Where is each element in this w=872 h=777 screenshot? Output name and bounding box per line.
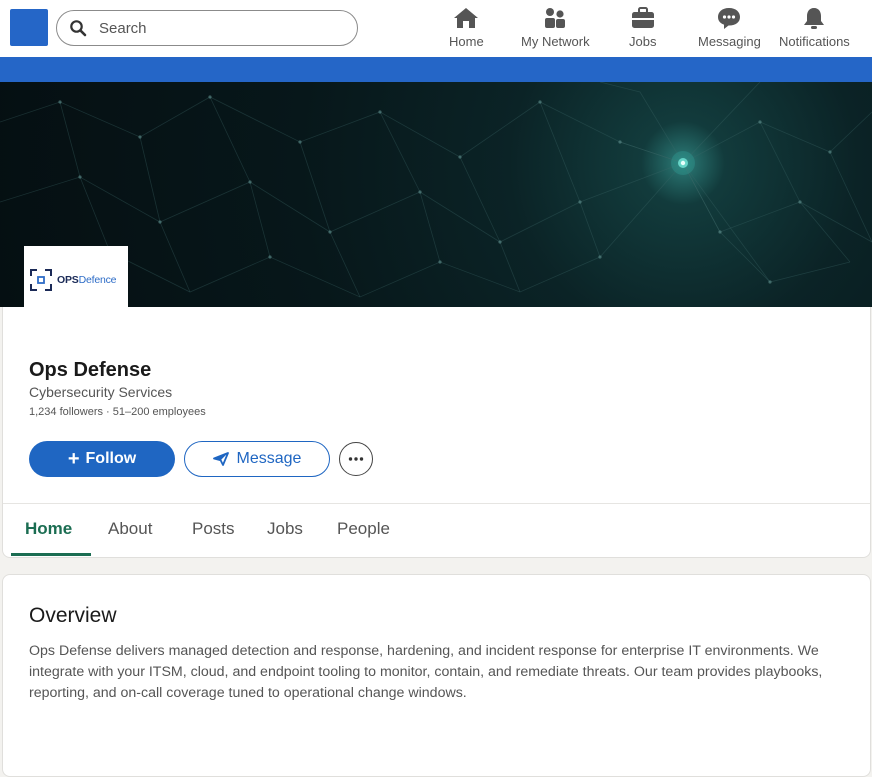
tab-people[interactable]: People [337, 519, 390, 539]
search-input[interactable] [99, 17, 339, 39]
search-box[interactable] [56, 10, 358, 46]
company-logo-text: OPSDefence [57, 274, 116, 286]
brand-logo[interactable] [10, 9, 48, 46]
nav-notifications[interactable]: Notifications [779, 6, 850, 52]
people-icon [545, 8, 566, 28]
company-profile-card: Ops Defense Cybersecurity Services 1,234… [2, 307, 871, 558]
more-options-button[interactable] [339, 442, 373, 476]
follow-button[interactable]: + Follow [29, 441, 175, 477]
tabs-divider [3, 503, 870, 504]
search-icon [70, 20, 87, 37]
active-tab-indicator [11, 553, 91, 556]
nav-jobs-label: Jobs [629, 34, 657, 49]
overview-card: Overview Ops Defense delivers managed de… [2, 574, 871, 777]
logo-text-primary: OPS [57, 274, 79, 286]
logo-text-accent: Defence [78, 274, 117, 286]
company-stats: 1,234 followers · 51–200 employees [29, 406, 206, 418]
overview-description: Ops Defense delivers managed detection a… [29, 643, 823, 701]
plus-icon: + [67, 448, 80, 470]
overview-title: Overview [29, 604, 117, 627]
company-name: Ops Defense [29, 359, 152, 381]
follow-button-label: Follow [85, 450, 137, 467]
tab-about[interactable]: About [108, 519, 152, 539]
tab-posts[interactable]: Posts [192, 519, 235, 539]
nav-my-network[interactable]: My Network [521, 6, 590, 52]
briefcase-icon [631, 7, 654, 28]
message-bubble-icon [718, 8, 741, 29]
nav-my-network-label: My Network [521, 34, 590, 49]
network-pattern-graphic [0, 82, 872, 298]
company-industry: Cybersecurity Services [29, 384, 173, 400]
cover-banner [0, 82, 872, 307]
company-logo[interactable]: OPSDefence [24, 246, 128, 307]
nav-jobs[interactable]: Jobs [629, 6, 656, 52]
accent-strip [0, 57, 872, 82]
message-button[interactable]: Message [184, 441, 330, 477]
nav-messaging-label: Messaging [698, 34, 761, 49]
message-button-label: Message [236, 450, 302, 467]
send-icon [212, 452, 229, 466]
tab-home[interactable]: Home [25, 519, 72, 539]
home-icon [454, 8, 479, 28]
bell-icon [804, 8, 825, 29]
nav-messaging[interactable]: Messaging [698, 6, 761, 52]
nav-home[interactable]: Home [449, 6, 484, 52]
nav-notifications-label: Notifications [779, 34, 850, 49]
bracket-target-icon [30, 269, 52, 291]
tab-jobs[interactable]: Jobs [267, 519, 303, 539]
nav-home-label: Home [449, 34, 484, 49]
ellipsis-icon [348, 457, 364, 461]
top-navigation-bar: Home My Network Jobs Messaging [0, 0, 872, 57]
